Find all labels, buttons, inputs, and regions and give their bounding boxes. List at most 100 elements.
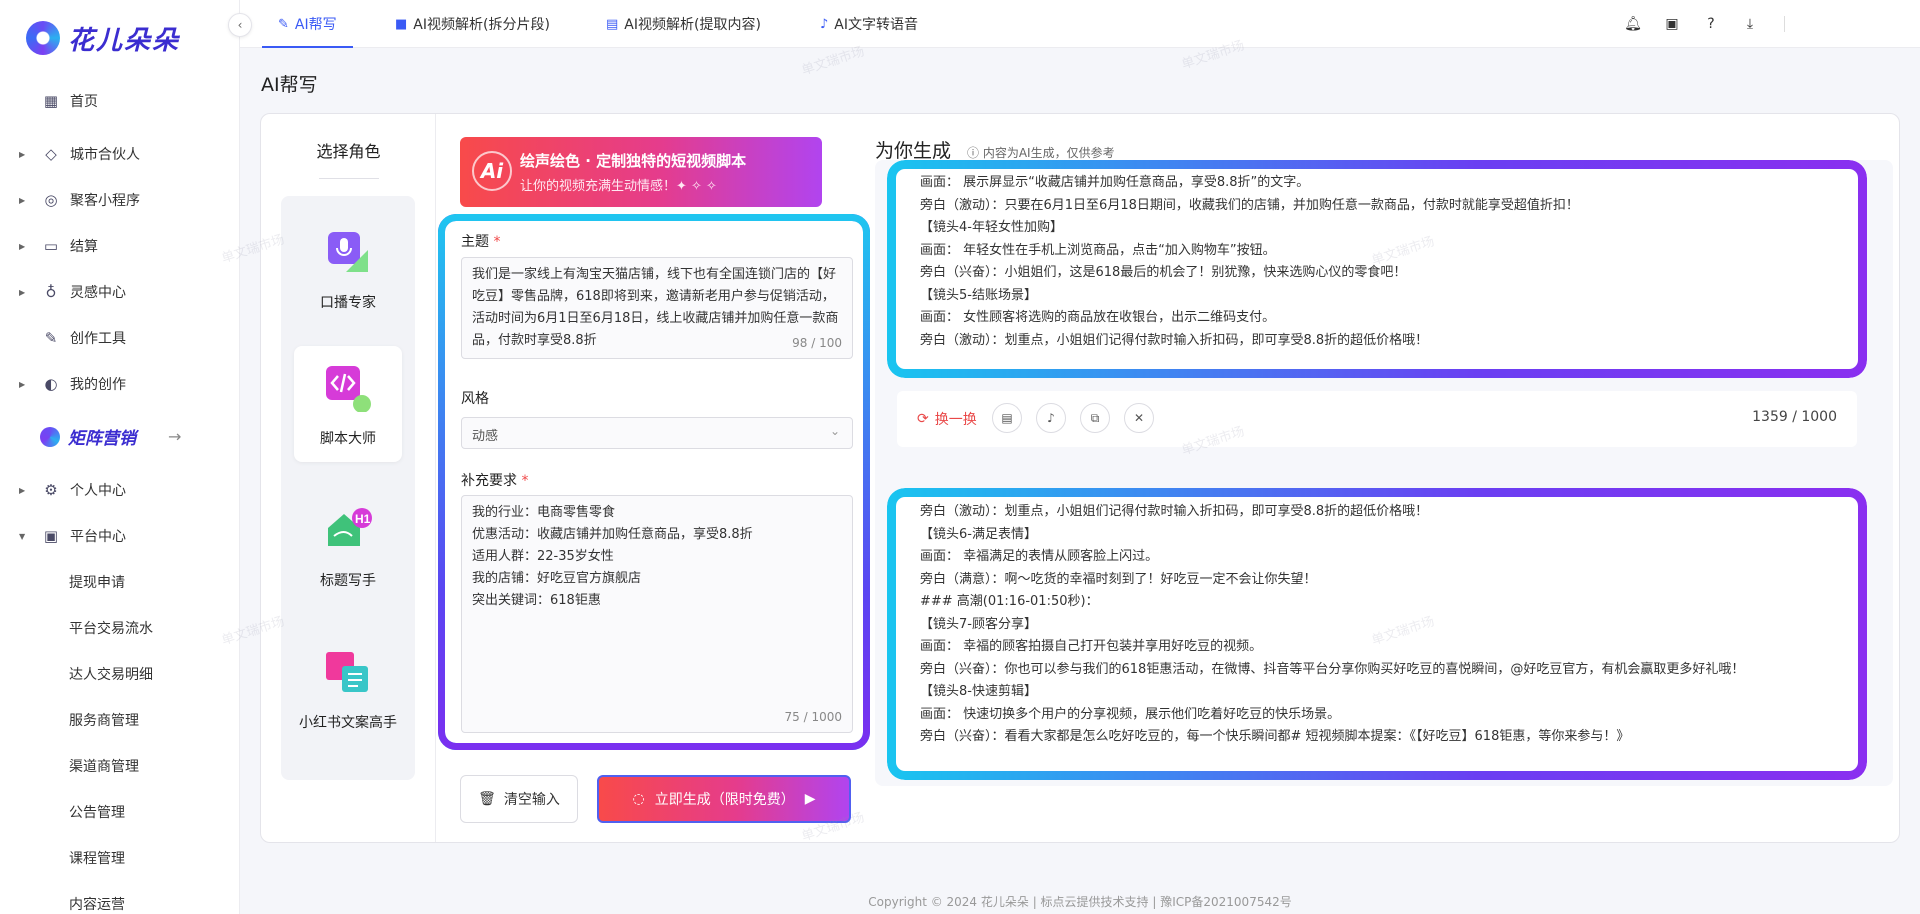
sidebar-item-city-partner[interactable]: ▶ ◇ 城市合伙人 (0, 134, 240, 174)
refresh-icon: ⟳ (917, 411, 929, 427)
tab-label: AI帮写 (294, 17, 337, 33)
tab-label: AI视频解析(拆分片段) (413, 17, 550, 33)
caret-right-icon: ▶ (19, 241, 26, 251)
result-text-2: 旁白（激动）：划重点，小姐姐们记得付款时输入折扣码，即可享受8.8折的超低价格哦… (920, 504, 1745, 744)
tab-ai-write[interactable]: ✎ AI帮写 (262, 0, 353, 48)
sidebar-item-creation-tools[interactable]: ✎ 创作工具 (0, 318, 240, 358)
sidebar-sub-course[interactable]: 课程管理 (69, 848, 125, 868)
banner-title: 绘声绘色 · 定制独特的短视频脚本 (520, 152, 747, 170)
role-xiaohongshu-writer[interactable]: 小红书文案高手 (294, 630, 402, 746)
sidebar-item-inspiration[interactable]: ▶ ♁ 灵感中心 (0, 272, 240, 312)
app-logo[interactable]: 花儿朵朵 (26, 18, 180, 58)
matrix-marketing-link[interactable]: 矩阵营销 → (40, 424, 181, 449)
spinner-icon: ◌ (632, 791, 645, 807)
role-voiceover-expert[interactable]: 口播专家 (294, 210, 402, 326)
code-icon (324, 364, 372, 413)
result-text-1: 画面： 展示屏显示“收藏店铺并加购任意商品，享受8.8折”的文字。 旁白（激动）：… (920, 175, 1579, 348)
chart-icon: ▣ (43, 527, 59, 545)
pen-icon: ✎ (278, 16, 289, 32)
role-label: 小红书文案高手 (299, 715, 397, 731)
sidebar-item-platform-center[interactable]: ▼ ▣ 平台中心 (0, 516, 240, 556)
sidebar-item-my-creation[interactable]: ▶ ◐ 我的创作 (0, 364, 240, 404)
caret-right-icon: ▶ (19, 379, 26, 389)
sidebar-sub-talent-details[interactable]: 达人交易明细 (69, 664, 153, 684)
document-icon[interactable]: ▤ (992, 403, 1022, 433)
download-icon[interactable]: ⤓ (1740, 14, 1760, 34)
extra-line: 突出关键词：618钜惠 (472, 593, 601, 608)
sidebar-item-label: 平台中心 (70, 529, 126, 545)
caret-right-icon: ▶ (19, 149, 26, 159)
role-script-master[interactable]: 脚本大师 (294, 346, 402, 462)
sidebar-sub-content-ops[interactable]: 内容运营 (69, 894, 125, 914)
note-card-icon (324, 648, 372, 696)
topic-textarea[interactable]: 我们是一家线上有淘宝天猫店铺，线下也有全国连锁门店的【好吃豆】零售品牌，618即… (461, 257, 853, 359)
matrix-logo-icon (40, 426, 60, 447)
microphone-icon (324, 228, 372, 276)
topic-char-count: 98 / 100 (792, 336, 842, 350)
microphone-icon[interactable]: ♪ (1036, 403, 1066, 433)
sidebar-item-home[interactable]: ▦ 首页 (0, 81, 240, 121)
banner-subtitle: 让你的视频充满生动情感！✦ ✧ ✧ (520, 179, 717, 194)
tab-video-split[interactable]: ■ AI视频解析(拆分片段) (395, 0, 550, 48)
sidebar-sub-provider-mgmt[interactable]: 服务商管理 (69, 710, 139, 730)
word-count: 1359 / 1000 (1752, 409, 1837, 425)
copy-icon[interactable]: ⧉ (1080, 403, 1110, 433)
result-title: 为你生成 (875, 140, 952, 162)
trash-icon: 🗑︎ (478, 791, 496, 807)
extra-char-count: 75 / 1000 (784, 710, 842, 724)
divider (319, 178, 379, 179)
extra-line: 我的店铺：好吃豆官方旗舰店 (472, 571, 642, 586)
document-icon: ▤ (606, 16, 619, 32)
help-icon[interactable]: ? (1701, 14, 1721, 34)
play-icon: ▶ (804, 791, 816, 807)
tab-label: AI视频解析(提取内容) (624, 17, 761, 33)
promo-banner: Ai 绘声绘色 · 定制独特的短视频脚本 让你的视频充满生动情感！✦ ✧ ✧ (460, 137, 822, 207)
sidebar-item-label: 聚客小程序 (70, 193, 140, 209)
topic-value: 我们是一家线上有淘宝天猫店铺，线下也有全国连锁门店的【好吃豆】零售品牌，618即… (472, 267, 839, 348)
extra-line: 适用人群：22-35岁女性 (472, 549, 614, 564)
video-icon: ■ (395, 16, 408, 32)
matrix-label: 矩阵营销 (68, 429, 136, 449)
sidebar-item-mini-program[interactable]: ▶ ◎ 聚客小程序 (0, 180, 240, 220)
swap-button[interactable]: ⟳ 换一换 (917, 409, 977, 429)
chevron-down-icon: ⌄ (829, 424, 840, 438)
tab-text-to-speech[interactable]: ♪ AI文字转语音 (820, 0, 918, 48)
planet-icon: ◐ (44, 375, 58, 393)
sidebar-sub-withdraw[interactable]: 提现申请 (69, 572, 125, 592)
generate-button[interactable]: ◌ 立即生成（限时免费） ▶ (597, 775, 851, 823)
footer-copyright: Copyright © 2024 花儿朵朵 | 标点云提供技术支持 | 豫ICP… (868, 895, 1292, 909)
caret-right-icon: ▶ (19, 485, 26, 495)
extra-textarea[interactable]: 我的行业：电商零售零食 优惠活动：收藏店铺并加购任意商品，享受8.8折 适用人群… (461, 495, 853, 733)
sidebar-sub-channel-mgmt[interactable]: 渠道商管理 (69, 756, 139, 776)
role-title-writer[interactable]: H1 标题写手 (294, 488, 402, 604)
caret-right-icon: ▶ (19, 287, 26, 297)
wallet-icon: ▭ (43, 237, 59, 255)
role-label: 口播专家 (320, 295, 376, 311)
result-box-2[interactable]: 旁白（激动）：划重点，小姐姐们记得付款时输入折扣码，即可享受8.8折的超低价格哦… (887, 488, 1867, 780)
sidebar-item-label: 首页 (70, 94, 98, 110)
script-form: 主题 * 我们是一家线上有淘宝天猫店铺，线下也有全国连锁门店的【好吃豆】零售品牌… (438, 214, 870, 750)
info-icon: ⓘ (967, 146, 980, 160)
caret-down-icon: ▼ (19, 531, 26, 541)
sidebar: 花儿朵朵 ▦ 首页 ▶ ◇ 城市合伙人 ▶ ◎ 聚客小程序 ▶ ▭ 结算 ▶ ♁… (0, 0, 240, 914)
bell-icon[interactable]: 🔔︎ (1623, 14, 1643, 34)
sidebar-item-personal-center[interactable]: ▶ ⚙ 个人中心 (0, 470, 240, 510)
result-box-1[interactable]: 画面： 展示屏显示“收藏店铺并加购任意商品，享受8.8折”的文字。 旁白（激动）：… (887, 160, 1867, 378)
logo-icon (26, 21, 60, 55)
clear-input-button[interactable]: 🗑︎ 清空输入 (460, 775, 578, 823)
clear-label: 清空输入 (503, 792, 560, 808)
chevron-left-icon: ‹ (237, 18, 243, 32)
sidebar-item-label: 个人中心 (70, 483, 126, 499)
trash-icon[interactable]: ✕ (1124, 403, 1154, 433)
tv-icon[interactable]: ▣ (1662, 14, 1682, 34)
collapse-sidebar-button[interactable]: ‹ (228, 13, 252, 37)
style-select[interactable]: 动感 ⌄ (461, 417, 853, 449)
sidebar-sub-platform-flow[interactable]: 平台交易流水 (69, 618, 153, 638)
tab-label: AI文字转语音 (834, 17, 919, 33)
tab-video-extract[interactable]: ▤ AI视频解析(提取内容) (606, 0, 761, 48)
sidebar-item-settlement[interactable]: ▶ ▭ 结算 (0, 226, 240, 266)
sidebar-sub-announcement[interactable]: 公告管理 (69, 802, 125, 822)
diamond-icon: ◇ (45, 145, 57, 163)
role-selector: 选择角色 口播专家 脚本大师 H1 标题写手 小红书文案高手 (261, 114, 436, 842)
style-value: 动感 (472, 429, 499, 444)
